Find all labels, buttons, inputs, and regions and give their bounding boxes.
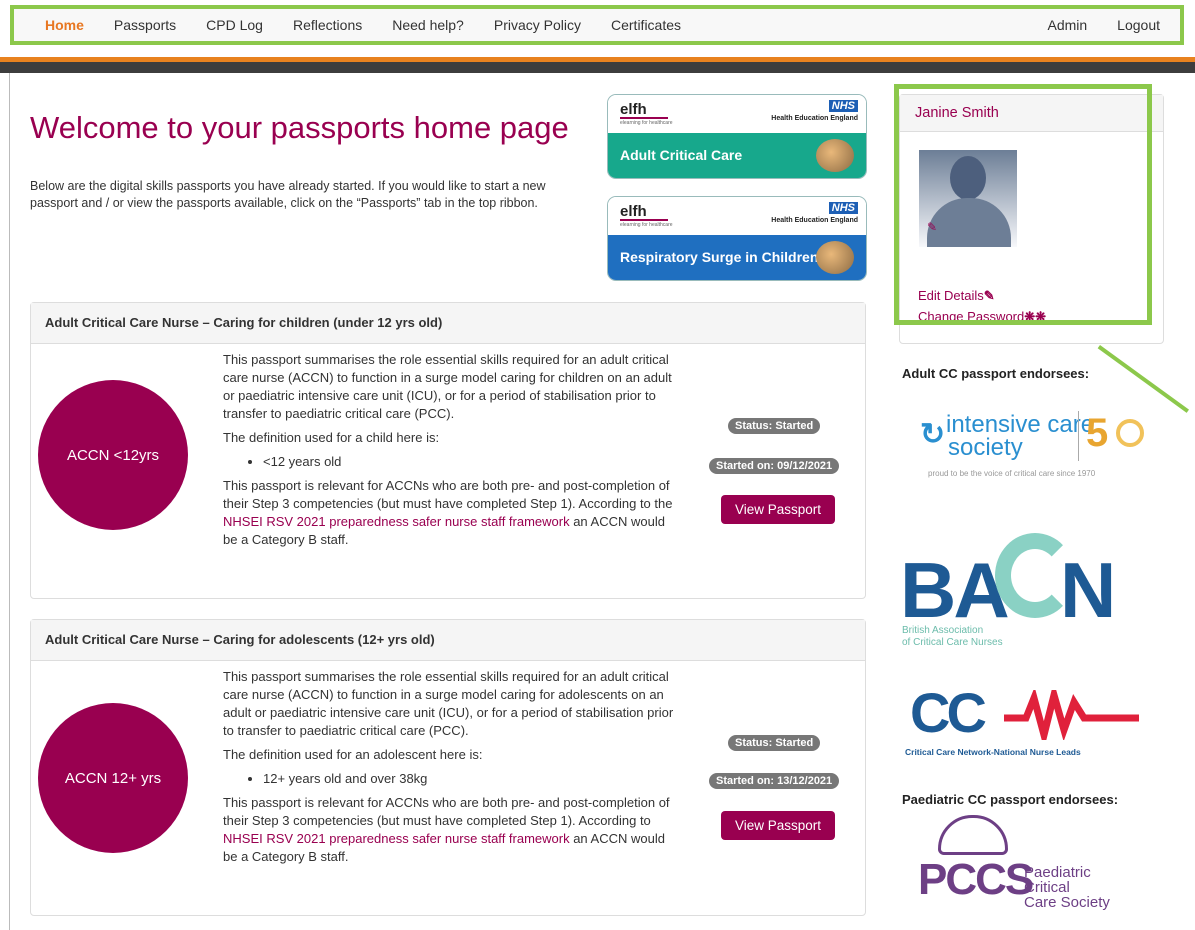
- nhs-logo: NHS: [828, 202, 858, 214]
- highlight-pointer: [1097, 345, 1189, 413]
- banner-label: Adult Critical Care: [620, 147, 743, 163]
- elfh-logo: elfh: [620, 101, 647, 118]
- nav-admin[interactable]: Admin: [1047, 17, 1087, 33]
- nav-privacy-policy[interactable]: Privacy Policy: [494, 17, 581, 33]
- bacn-logo[interactable]: BA N British Association of Critical Care…: [900, 525, 1140, 655]
- status-badge: Status: Started: [728, 418, 821, 434]
- nhsei-framework-link[interactable]: NHSEI RSV 2021 preparedness safer nurse …: [223, 514, 570, 529]
- nhs-logo: NHS: [828, 100, 858, 112]
- passport-card-header: Adult Critical Care Nurse – Caring for c…: [31, 303, 865, 344]
- elfh-logo: elfh: [620, 203, 647, 220]
- header-band: [0, 57, 1195, 73]
- highlight-box: [894, 84, 1152, 325]
- heartbeat-icon: [1004, 690, 1139, 740]
- nav-home[interactable]: Home: [45, 17, 84, 33]
- view-passport-button[interactable]: View Passport: [721, 495, 836, 524]
- view-passport-button[interactable]: View Passport: [721, 811, 836, 840]
- passport-card-adolescents: Adult Critical Care Nurse – Caring for a…: [30, 619, 866, 916]
- paediatric-endorsees-title: Paediatric CC passport endorsees:: [902, 792, 1119, 807]
- passport-description: This passport summarises the role essent…: [223, 668, 683, 872]
- page-title: Welcome to your passports home page: [30, 110, 569, 145]
- passport-card-children: Adult Critical Care Nurse – Caring for c…: [30, 302, 866, 599]
- adult-endorsees-title: Adult CC passport endorsees:: [902, 366, 1090, 381]
- adult-critical-care-banner[interactable]: elfh elearning for healthcare NHS Health…: [608, 95, 866, 178]
- passport-circle: ACCN 12+ yrs: [38, 703, 188, 853]
- started-on-badge: Started on: 09/12/2021: [709, 458, 840, 474]
- nhsei-framework-link[interactable]: NHSEI RSV 2021 preparedness safer nurse …: [223, 831, 570, 846]
- nav-logout[interactable]: Logout: [1117, 17, 1160, 33]
- intensive-care-society-logo[interactable]: ↻ intensive care society 5 proud to be t…: [918, 405, 1148, 485]
- respiratory-surge-banner[interactable]: elfh elearning for healthcare NHS Health…: [608, 197, 866, 280]
- banner-label: Respiratory Surge in Children: [620, 249, 819, 265]
- nav-reflections[interactable]: Reflections: [293, 17, 362, 33]
- banner-image: [816, 139, 854, 172]
- nav-need-help[interactable]: Need help?: [392, 17, 464, 33]
- nav-cpd-log[interactable]: CPD Log: [206, 17, 263, 33]
- banner-image: [816, 241, 854, 274]
- nav-passports[interactable]: Passports: [114, 17, 176, 33]
- passport-description: This passport summarises the role essent…: [223, 351, 683, 555]
- started-on-badge: Started on: 13/12/2021: [709, 773, 840, 789]
- nav-certificates[interactable]: Certificates: [611, 17, 681, 33]
- passport-card-header: Adult Critical Care Nurse – Caring for a…: [31, 620, 865, 661]
- left-border: [9, 73, 10, 930]
- ccn-nnl-logo[interactable]: CC Critical Care Network-National Nurse …: [900, 680, 1150, 765]
- top-nav: Home Passports CPD Log Reflections Need …: [10, 5, 1184, 45]
- intro-text: Below are the digital skills passports y…: [30, 179, 546, 210]
- pccs-logo[interactable]: PCCS Paediatric Critical Care Society: [918, 815, 1138, 910]
- passport-circle: ACCN <12yrs: [38, 380, 188, 530]
- status-badge: Status: Started: [728, 735, 821, 751]
